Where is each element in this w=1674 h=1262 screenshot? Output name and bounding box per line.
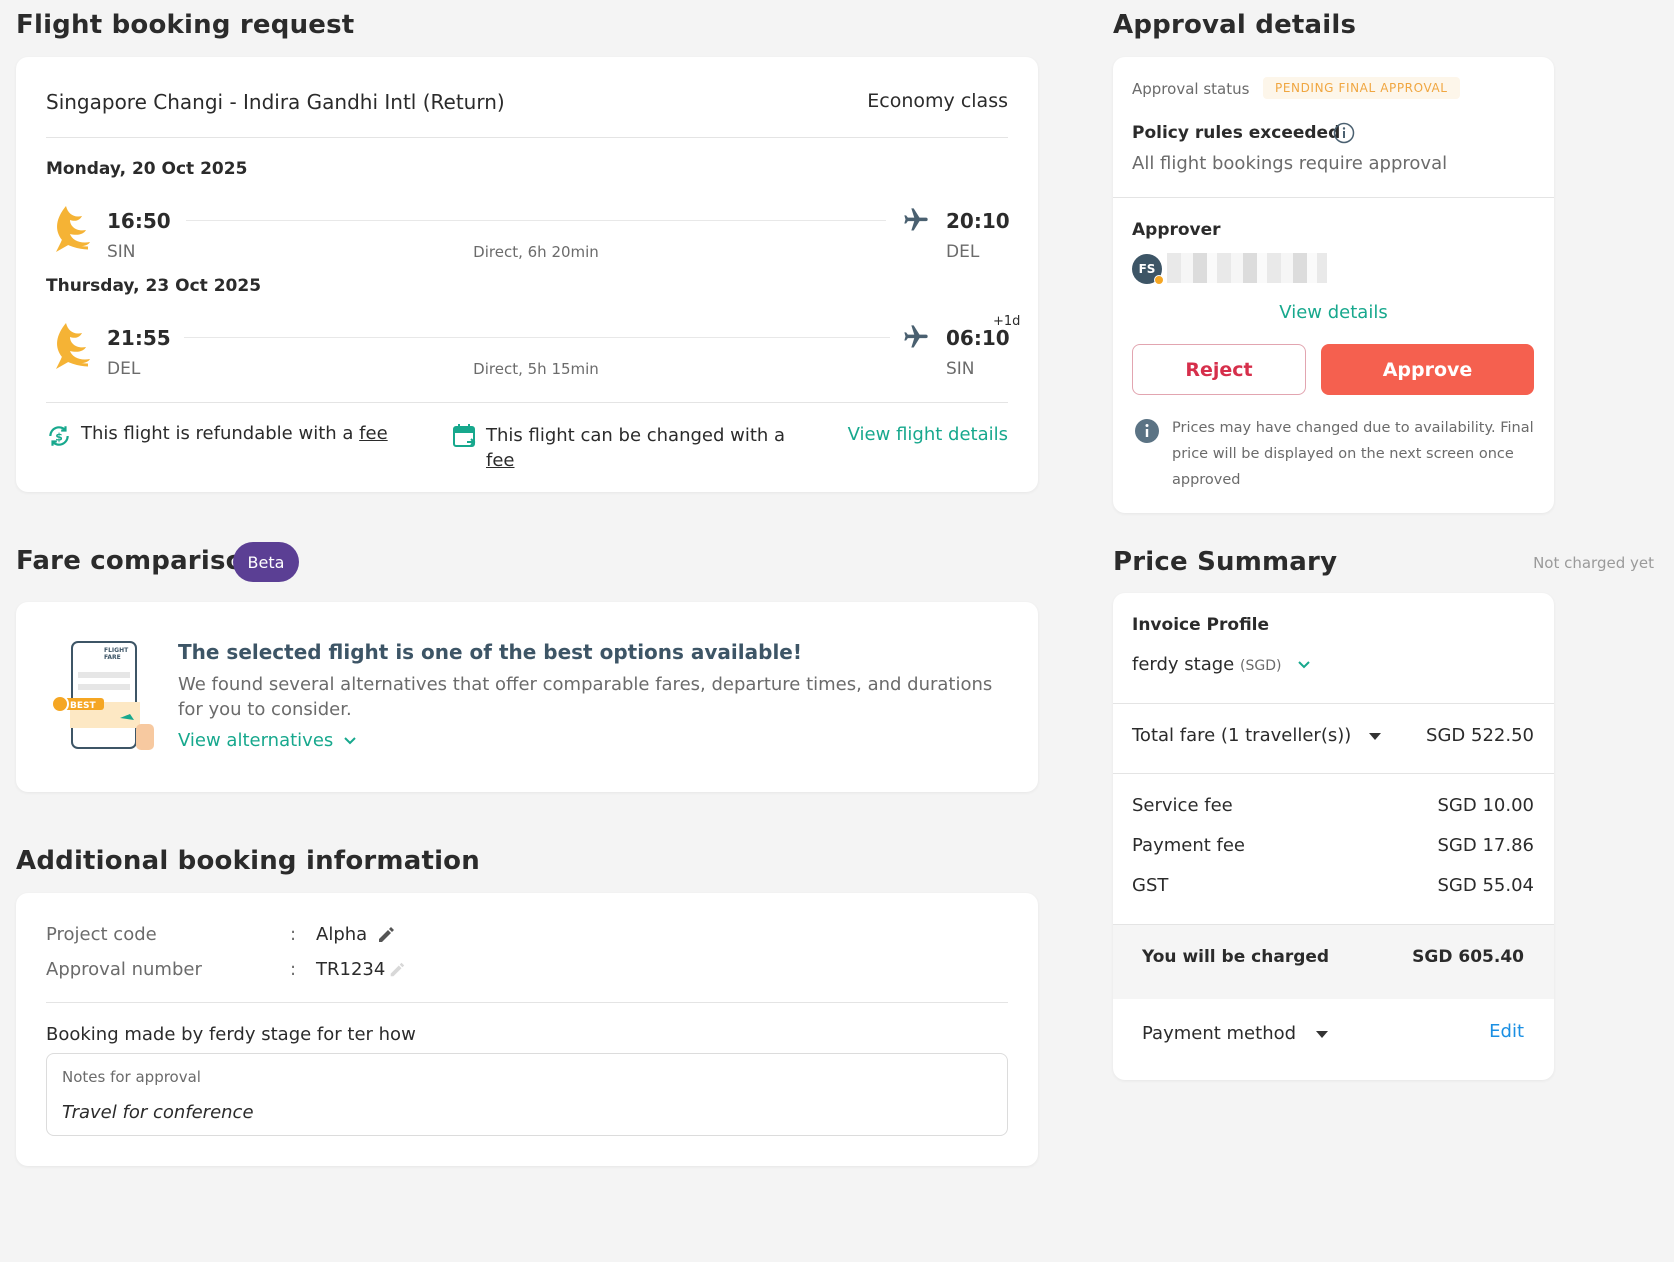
separator: : <box>290 959 297 980</box>
gst-label: GST <box>1132 875 1169 896</box>
price-card: Invoice Profile ferdy stage (SGD) Total … <box>1113 593 1554 1080</box>
fare-headline: The selected flight is one of the best o… <box>178 640 802 664</box>
outbound-date: Monday, 20 Oct 2025 <box>46 159 248 179</box>
approver-label: Approver <box>1132 220 1221 240</box>
info-filled-icon <box>1134 418 1160 448</box>
inbound-date: Thursday, 23 Oct 2025 <box>46 276 262 296</box>
total-charged-row: You will be charged SGD 605.40 <box>1113 924 1554 999</box>
inbound-dep-code: DEL <box>107 359 141 379</box>
service-fee-label: Service fee <box>1132 795 1233 816</box>
payment-method-label: Payment method <box>1142 1023 1297 1044</box>
policy-title: Policy rules exceeded <box>1132 123 1341 143</box>
beta-badge: Beta <box>233 542 299 582</box>
outbound-dep-code: SIN <box>107 242 136 262</box>
reject-button[interactable]: Reject <box>1132 344 1306 395</box>
service-fee-value: SGD 10.00 <box>1437 795 1535 816</box>
gst-value: SGD 55.04 <box>1437 875 1535 896</box>
plane-icon <box>902 206 930 238</box>
approval-status-label: Approval status <box>1132 80 1250 98</box>
total-fare-label: Total fare (1 traveller(s)) <box>1132 725 1352 746</box>
not-charged-text: Not charged yet <box>1533 554 1654 572</box>
notes-label: Notes for approval <box>62 1068 201 1086</box>
total-fare-toggle[interactable]: Total fare (1 traveller(s)) <box>1132 725 1381 746</box>
approval-card: Approval status PENDING FINAL APPROVAL P… <box>1113 57 1554 513</box>
approval-title: Approval details <box>1113 10 1357 40</box>
view-approver-details-link[interactable]: View details <box>1113 302 1554 323</box>
day-offset: +1d <box>993 314 1021 329</box>
refund-icon: $ <box>46 423 72 453</box>
total-fare-value: SGD 522.50 <box>1426 725 1534 746</box>
airline-logo-icon <box>48 321 92 373</box>
edit-pencil-icon[interactable] <box>376 925 396 949</box>
outbound-duration: Direct, 6h 20min <box>473 243 599 261</box>
charged-label: You will be charged <box>1142 947 1330 967</box>
additional-title: Additional booking information <box>16 846 480 876</box>
invoice-profile-select[interactable]: ferdy stage (SGD) <box>1132 654 1311 675</box>
approver-name-redacted <box>1167 253 1327 283</box>
outbound-arr-time: 20:10 <box>946 209 1010 233</box>
caret-down-icon <box>1369 725 1381 746</box>
avatar-status-dot <box>1154 275 1164 285</box>
payment-fee-label: Payment fee <box>1132 835 1246 856</box>
price-summary-title: Price Summary <box>1113 547 1338 577</box>
view-alternatives-link[interactable]: View alternatives <box>178 730 357 751</box>
page-title: Flight booking request <box>16 10 355 40</box>
flight-fare-illustration-icon: FLIGHT FARE BEST <box>50 640 160 755</box>
chevron-down-icon <box>343 730 357 751</box>
view-alternatives-label: View alternatives <box>178 730 334 751</box>
illus-label-1: FLIGHT <box>104 647 129 654</box>
invoice-currency: (SGD) <box>1240 658 1282 674</box>
edit-pencil-disabled-icon <box>388 961 406 983</box>
route-title: Singapore Changi - Indira Gandhi Intl (R… <box>46 90 505 114</box>
fare-comparison-title: Fare comparison <box>16 546 263 576</box>
payment-method-toggle[interactable]: Payment method <box>1142 1023 1328 1044</box>
charged-value: SGD 605.40 <box>1412 947 1524 967</box>
chevron-down-icon <box>1297 654 1311 675</box>
refund-fee-link[interactable]: fee <box>359 423 388 444</box>
inbound-arr-time: 06:10 <box>946 326 1010 350</box>
invoice-profile-label: Invoice Profile <box>1132 615 1270 635</box>
info-outline-icon[interactable] <box>1333 122 1355 148</box>
project-code-label: Project code <box>46 924 157 945</box>
project-code-value: Alpha <box>316 924 368 945</box>
plane-icon <box>902 323 930 355</box>
airline-logo-icon <box>48 204 92 256</box>
change-fee-link[interactable]: fee <box>486 450 515 471</box>
outbound-arr-code: DEL <box>946 242 980 262</box>
flight-card: Singapore Changi - Indira Gandhi Intl (R… <box>16 57 1038 492</box>
cabin-class: Economy class <box>867 90 1008 112</box>
illus-best: BEST <box>70 701 96 711</box>
calendar-icon <box>452 423 476 453</box>
additional-card: Project code : Alpha Approval number : T… <box>16 893 1038 1166</box>
fare-body: We found several alternatives that offer… <box>178 674 993 720</box>
outbound-dep-time: 16:50 <box>107 209 171 233</box>
svg-text:$: $ <box>55 430 63 443</box>
price-notice: Prices may have changed due to availabil… <box>1172 420 1534 488</box>
edit-payment-link[interactable]: Edit <box>1489 1021 1524 1042</box>
notes-field[interactable]: Notes for approval Travel for conference <box>46 1053 1008 1136</box>
view-flight-details-link[interactable]: View flight details <box>848 424 1008 445</box>
invoice-name: ferdy stage <box>1132 654 1235 675</box>
inbound-duration: Direct, 5h 15min <box>473 360 599 378</box>
policy-text: All flight bookings require approval <box>1132 153 1448 174</box>
notes-value: Travel for conference <box>62 1102 254 1123</box>
illus-label-2: FARE <box>104 654 121 661</box>
refund-text: This flight is refundable with a <box>81 423 354 444</box>
fare-card: FLIGHT FARE BEST The selected flight is … <box>16 602 1038 792</box>
payment-fee-value: SGD 17.86 <box>1437 835 1535 856</box>
inbound-arr-code: SIN <box>946 359 975 379</box>
approve-button[interactable]: Approve <box>1321 344 1534 395</box>
approval-number-value: TR1234 <box>316 959 386 980</box>
approval-number-label: Approval number <box>46 959 202 980</box>
separator: : <box>290 924 297 945</box>
change-text: This flight can be changed with a <box>486 425 786 446</box>
inbound-dep-time: 21:55 <box>107 326 171 350</box>
status-badge: PENDING FINAL APPROVAL <box>1263 77 1460 99</box>
booked-by-text: Booking made by ferdy stage for ter how <box>46 1024 416 1045</box>
caret-down-icon <box>1315 1023 1328 1044</box>
